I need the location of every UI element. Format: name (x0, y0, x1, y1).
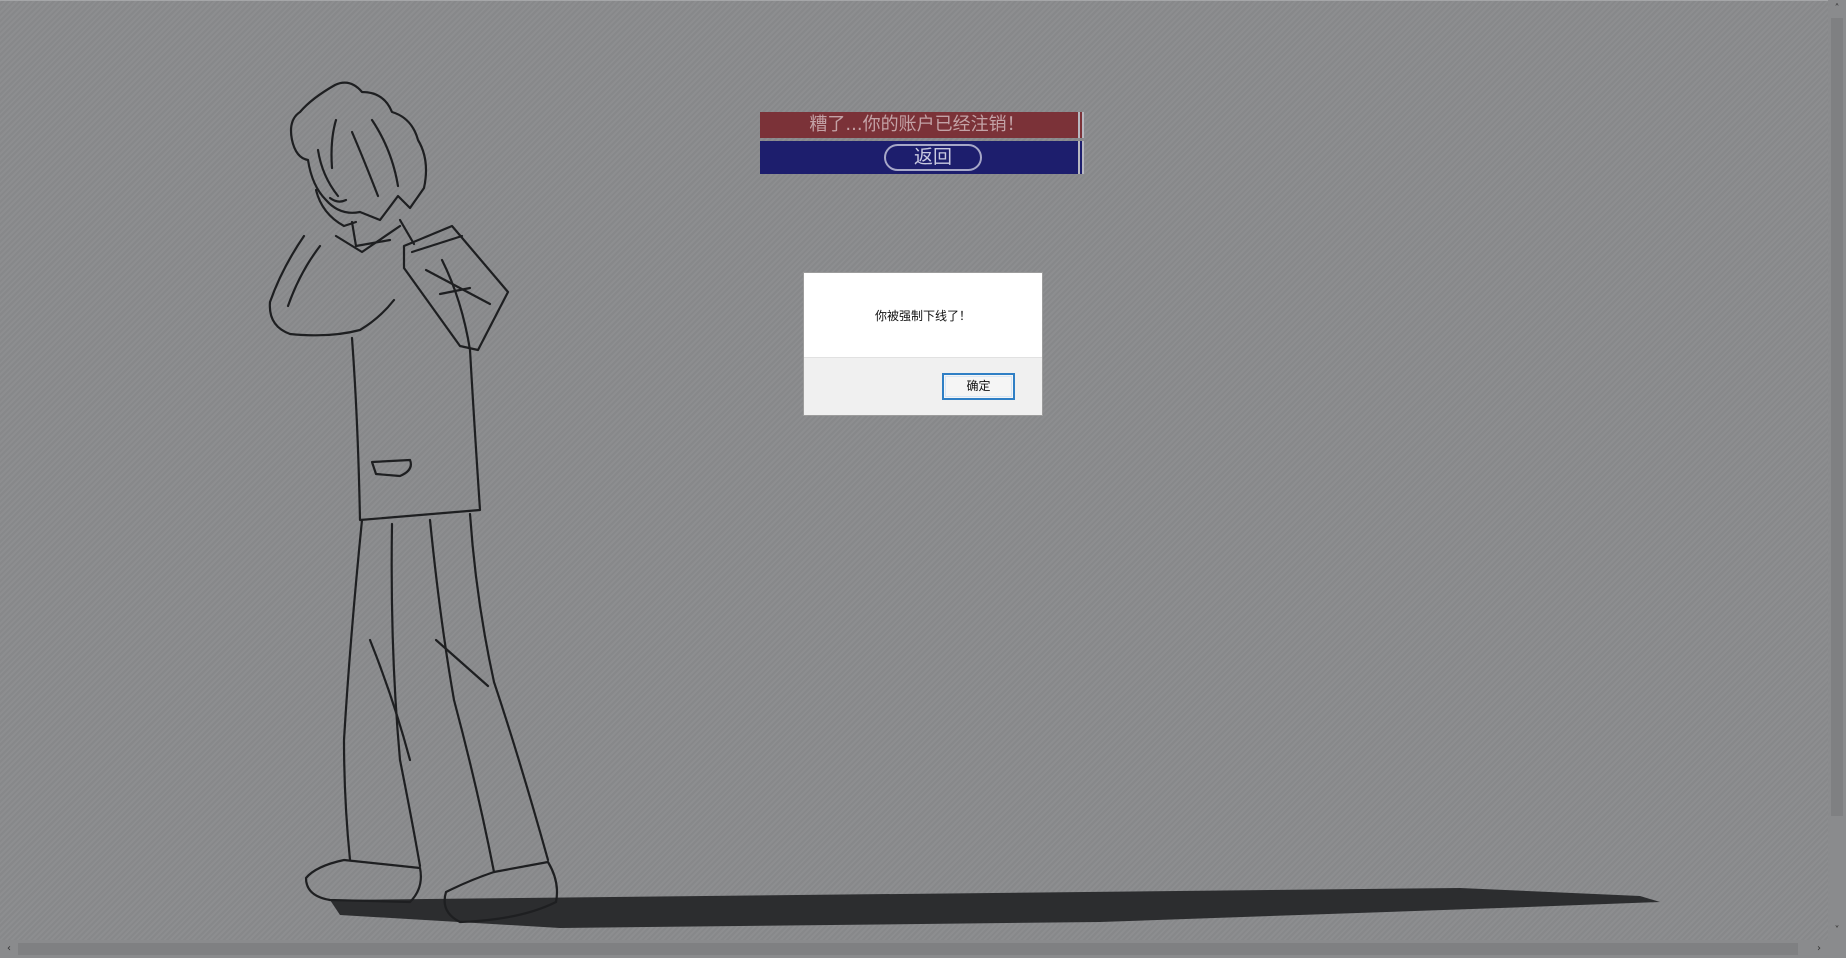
notice-edge (1082, 112, 1084, 138)
chevron-right-icon[interactable]: › (1810, 940, 1828, 958)
alert-body: 你被强制下线了！ (804, 273, 1042, 357)
chevron-left-icon[interactable]: ‹ (0, 940, 18, 958)
account-notice-bar: 糟了...你的账户已经注销！ (760, 112, 1084, 138)
alert-dialog: 你被强制下线了！ 确定 (803, 272, 1043, 416)
scrollbar-corner (1828, 940, 1846, 958)
return-edge (1078, 141, 1080, 174)
return-bar: 返回 (760, 141, 1084, 174)
vertical-scrollbar[interactable]: ˄ ˅ (1828, 0, 1846, 940)
chevron-down-icon[interactable]: ˅ (1828, 922, 1846, 940)
horizontal-scrollbar[interactable]: ‹ › (0, 940, 1828, 958)
vertical-scroll-thumb[interactable] (1831, 18, 1843, 816)
return-edge (1082, 141, 1084, 174)
page-background: 糟了...你的账户已经注销！ 返回 你被强制下线了！ 确定 (0, 0, 1828, 940)
vertical-scroll-track[interactable] (1828, 18, 1846, 922)
ok-button-label: 确定 (966, 379, 991, 393)
ok-button[interactable]: 确定 (942, 373, 1015, 400)
alert-message: 你被强制下线了！ (874, 309, 971, 323)
horizontal-scroll-thumb[interactable] (18, 943, 1798, 955)
alert-footer: 确定 (804, 357, 1042, 415)
return-button[interactable]: 返回 (884, 144, 982, 171)
notice-edge (1078, 112, 1080, 138)
account-notice-text: 糟了...你的账户已经注销！ (809, 114, 1025, 135)
chevron-up-icon[interactable]: ˄ (1828, 0, 1846, 18)
